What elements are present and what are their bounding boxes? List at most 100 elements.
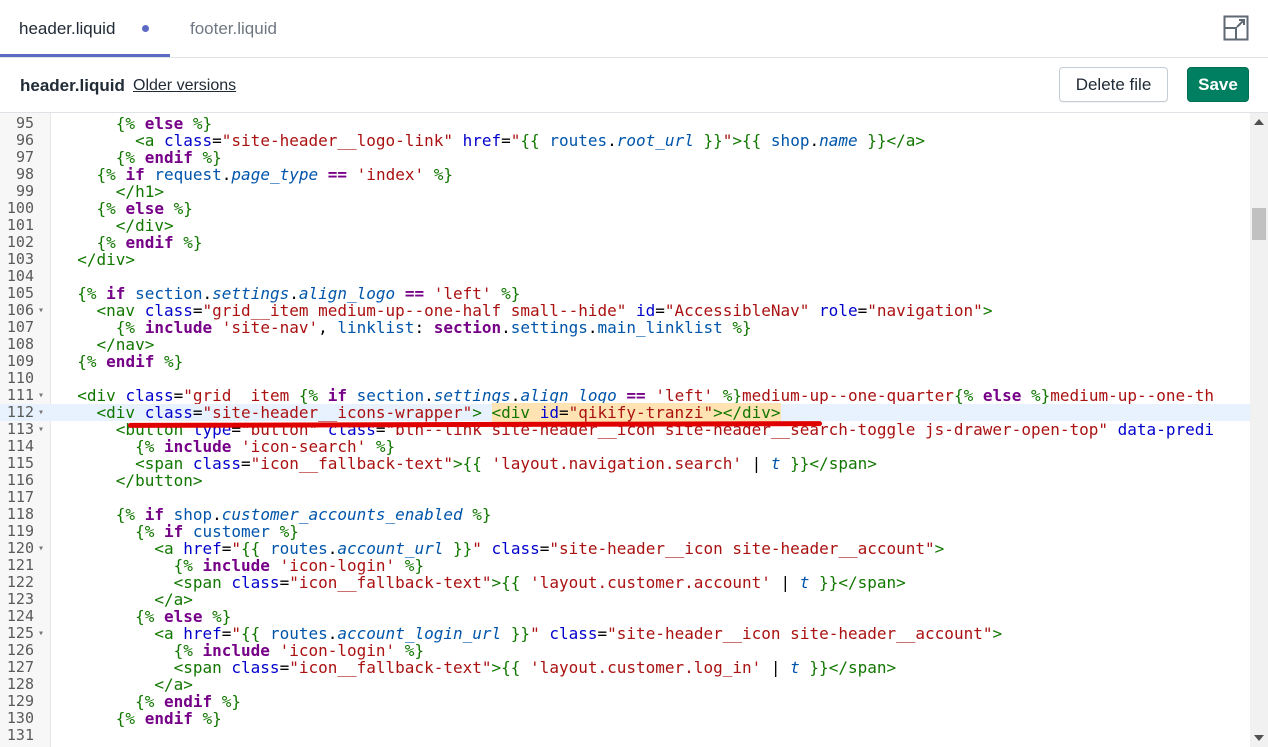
code-line[interactable]: 124 {% else %} bbox=[0, 608, 1250, 626]
code-line[interactable]: 100 {% else %} bbox=[0, 199, 1250, 218]
code-line[interactable]: 107 {% include 'site-nav', linklist: sec… bbox=[0, 318, 1250, 337]
code-line[interactable]: 119 {% if customer %} bbox=[0, 523, 1250, 541]
code-line[interactable]: 117 bbox=[0, 489, 1250, 506]
code-text: {% else %} bbox=[58, 608, 231, 625]
code-token: . bbox=[501, 318, 511, 337]
code-line[interactable]: 98 {% if request.page_type == 'index' %} bbox=[0, 165, 1250, 184]
fold-arrow-icon[interactable]: ▾ bbox=[38, 540, 44, 557]
code-line[interactable]: 111 ▾ <div class="grid__item {% if sectio… bbox=[0, 386, 1250, 405]
code-text: {% include 'icon-login' %} bbox=[58, 642, 424, 659]
code-line[interactable]: 101 </div> bbox=[0, 217, 1250, 235]
fold-arrow-icon[interactable]: ▾ bbox=[38, 302, 44, 319]
code-token: section bbox=[433, 318, 502, 337]
code-line[interactable]: 115 <span class="icon__fallback-text">{{… bbox=[0, 454, 1250, 473]
code-line[interactable]: 127 <span class="icon__fallback-text">{{… bbox=[0, 658, 1250, 677]
code-token: endif bbox=[106, 352, 155, 371]
code-line[interactable]: 109 {% endif %} bbox=[0, 352, 1250, 371]
code-line[interactable]: 123 </a> bbox=[0, 590, 1250, 609]
save-button[interactable]: Save bbox=[1187, 67, 1249, 102]
code-line[interactable]: 121 {% include 'icon-login' %} bbox=[0, 557, 1250, 575]
code-token: {{ bbox=[462, 454, 492, 473]
code-token: routes bbox=[549, 131, 608, 150]
code-line[interactable]: 116 </button> bbox=[0, 472, 1250, 490]
code-token: }} bbox=[780, 454, 810, 473]
code-line[interactable]: 112 ▾ <div class="site-header__icons-wrap… bbox=[0, 403, 1250, 422]
code-token: class bbox=[231, 573, 280, 592]
code-line[interactable]: 97 {% endif %} bbox=[0, 149, 1250, 167]
code-token: }} bbox=[857, 131, 887, 150]
code-line[interactable]: 114 {% include 'icon-search' %} bbox=[0, 437, 1250, 456]
line-number: 105 bbox=[6, 284, 34, 302]
code-token: </span> bbox=[809, 454, 877, 473]
tab-header-liquid[interactable]: header.liquid bbox=[0, 0, 170, 57]
code-token: linklist bbox=[337, 318, 415, 337]
code-line[interactable]: 131 bbox=[0, 727, 1250, 744]
code-token: > bbox=[732, 131, 743, 150]
code-editor[interactable]: 95 {% else %} 96 <a class="site-header__l… bbox=[0, 113, 1268, 747]
code-text: {% endif %} bbox=[58, 234, 203, 251]
code-token: "site-header__icon site-header__account" bbox=[549, 539, 935, 558]
code-line[interactable]: 102 {% endif %} bbox=[0, 234, 1250, 252]
code-token: }} bbox=[809, 573, 839, 592]
line-number: 123 bbox=[6, 590, 34, 608]
code-line[interactable]: 122 <span class="icon__fallback-text">{{… bbox=[0, 573, 1250, 592]
delete-file-button[interactable]: Delete file bbox=[1059, 67, 1168, 102]
code-token: main_linklist bbox=[597, 318, 723, 337]
code-line[interactable]: 118 {% if shop.customer_accounts_enabled… bbox=[0, 506, 1250, 524]
scrollbar-thumb[interactable] bbox=[1252, 208, 1266, 240]
code-line[interactable]: 128 </a> bbox=[0, 676, 1250, 694]
expand-fullscreen-icon[interactable] bbox=[1223, 15, 1249, 41]
scroll-down-arrow-icon[interactable] bbox=[1254, 735, 1264, 741]
line-number: 114 bbox=[6, 437, 34, 455]
code-token: {{ bbox=[742, 131, 771, 150]
code-text: {% if section.settings.align_logo == 'le… bbox=[58, 285, 520, 302]
code-token: %} bbox=[1021, 386, 1051, 405]
scroll-up-arrow-icon[interactable] bbox=[1254, 119, 1264, 125]
fold-arrow-icon[interactable]: ▾ bbox=[38, 387, 44, 404]
code-line[interactable]: 108 </nav> bbox=[0, 336, 1250, 354]
code-line[interactable]: 105 {% if section.settings.align_logo ==… bbox=[0, 284, 1250, 303]
code-line[interactable]: 120 ▾ <a href="{{ routes.account_url }}" … bbox=[0, 539, 1250, 558]
code-line[interactable]: 130 {% endif %} bbox=[0, 709, 1250, 728]
fold-arrow-icon[interactable]: ▾ bbox=[38, 625, 44, 642]
code-token: | bbox=[770, 573, 800, 592]
code-line[interactable]: 126 {% include 'icon-login' %} bbox=[0, 642, 1250, 660]
code-token: </span> bbox=[828, 658, 897, 677]
code-token: : bbox=[414, 318, 434, 337]
vertical-scrollbar[interactable] bbox=[1250, 113, 1268, 747]
tab-footer-liquid[interactable]: footer.liquid bbox=[190, 0, 277, 57]
code-text: {% if shop.customer_accounts_enabled %} bbox=[58, 506, 492, 523]
code-line[interactable]: 106 ▾ <nav class="grid__item medium-up--o… bbox=[0, 302, 1250, 320]
fold-arrow-icon[interactable]: ▾ bbox=[38, 421, 44, 438]
code-token: </button> bbox=[115, 471, 203, 490]
code-token: > bbox=[491, 658, 502, 677]
code-line[interactable]: 129 {% endif %} bbox=[0, 693, 1250, 711]
code-text: </a> bbox=[58, 676, 193, 693]
code-line[interactable]: 110 bbox=[0, 370, 1250, 387]
code-text: </button> bbox=[58, 472, 203, 489]
code-line[interactable]: 96 <a class="site-header__logo-link" hre… bbox=[0, 131, 1250, 150]
code-line[interactable]: 103 </div> bbox=[0, 250, 1250, 269]
line-number: 100 bbox=[6, 199, 34, 217]
code-text: </h1> bbox=[58, 183, 164, 200]
code-line[interactable]: 104 bbox=[0, 268, 1250, 285]
code-line[interactable]: 99 </h1> bbox=[0, 183, 1250, 201]
code-line[interactable]: 125 ▾ <a href="{{ routes.account_login_ur… bbox=[0, 625, 1250, 643]
older-versions-link[interactable]: Older versions bbox=[133, 77, 236, 95]
code-token: {{ bbox=[520, 131, 550, 150]
code-token: %} bbox=[192, 709, 222, 728]
code-token: 'layout.customer.log_in' bbox=[530, 658, 762, 677]
code-token: t bbox=[790, 658, 800, 677]
code-token: 'index' bbox=[356, 165, 425, 184]
code-token: {{ bbox=[501, 658, 531, 677]
code-token: name bbox=[819, 131, 858, 150]
code-line[interactable]: 95 {% else %} bbox=[0, 115, 1250, 133]
fold-arrow-icon[interactable]: ▾ bbox=[38, 404, 44, 421]
tab-label: header.liquid bbox=[19, 19, 116, 38]
code-text: </a> bbox=[58, 591, 193, 608]
code-token: == bbox=[327, 165, 348, 184]
code-token: %} bbox=[173, 233, 203, 252]
